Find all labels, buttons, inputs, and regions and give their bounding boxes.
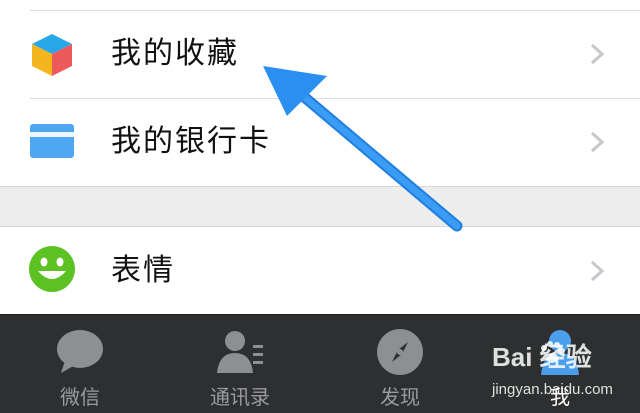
chevron-right-icon bbox=[590, 260, 604, 282]
menu-item-bank-cards[interactable]: 我的银行卡 bbox=[0, 98, 640, 186]
bank-card-icon bbox=[30, 124, 74, 158]
smiley-face-icon bbox=[29, 246, 75, 292]
chevron-right-icon bbox=[590, 131, 604, 153]
menu-item-label: 我的银行卡 bbox=[111, 124, 271, 159]
tab-label: 我 bbox=[550, 385, 570, 409]
bottom-tab-bar: 微信 通讯录 发现 我 bbox=[0, 314, 640, 413]
menu-item-favorites[interactable]: 我的收藏 bbox=[0, 10, 640, 98]
chevron-right-icon bbox=[590, 43, 604, 65]
favorites-cube-icon bbox=[32, 34, 72, 76]
tab-contacts[interactable]: 通讯录 bbox=[180, 315, 300, 413]
contacts-icon bbox=[217, 331, 263, 373]
chat-bubble-icon bbox=[57, 330, 103, 373]
tab-label: 发现 bbox=[380, 385, 420, 409]
tab-label: 微信 bbox=[60, 385, 100, 409]
tab-chats[interactable]: 微信 bbox=[20, 315, 140, 413]
compass-icon bbox=[377, 329, 423, 375]
menu-group-2: 表情 bbox=[0, 226, 640, 315]
menu-item-stickers[interactable]: 表情 bbox=[0, 227, 640, 315]
tab-label: 通讯录 bbox=[210, 385, 270, 409]
menu-item-label: 我的收藏 bbox=[111, 36, 239, 71]
menu-item-label: 表情 bbox=[111, 253, 175, 288]
tab-discover[interactable]: 发现 bbox=[340, 315, 460, 413]
menu-group-1: 我的收藏 我的银行卡 bbox=[0, 0, 640, 187]
tab-me[interactable]: 我 bbox=[500, 315, 620, 413]
person-icon bbox=[541, 330, 579, 375]
